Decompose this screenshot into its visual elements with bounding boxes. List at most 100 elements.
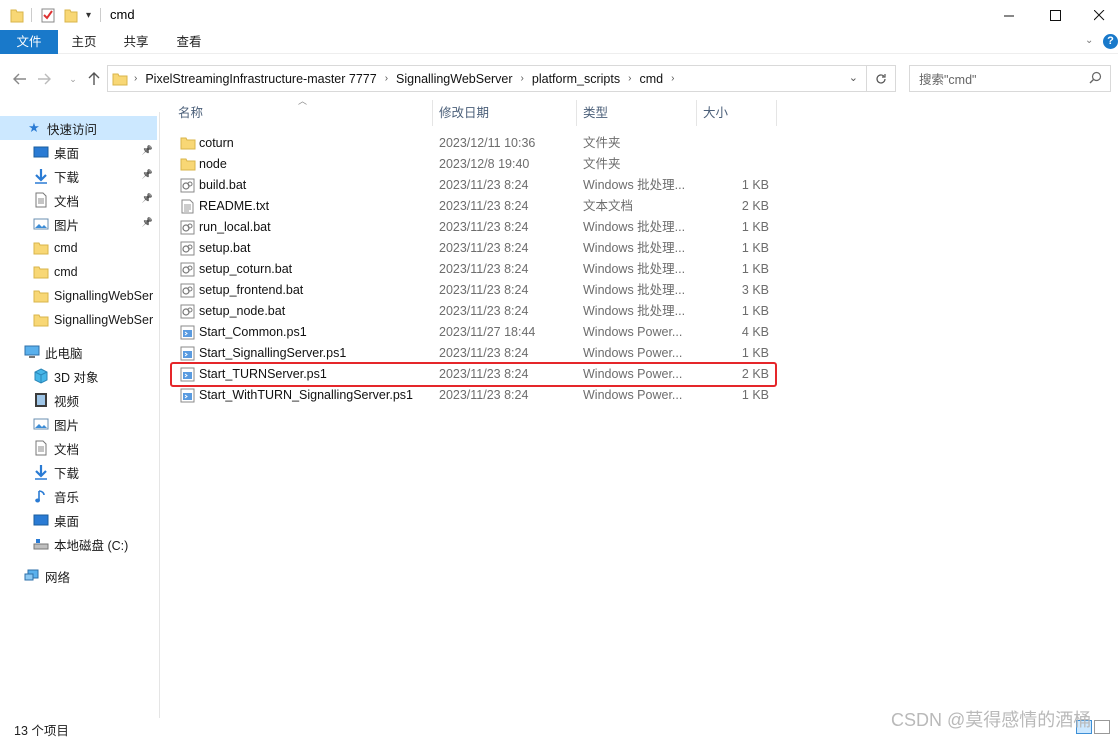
navigation-pane: ★ 快速访问 桌面 📌 下载 📌 文档 📌 图片 📌 cmd cmd SignallingWebSe… (0, 112, 160, 718)
sidebar-item-pc-5[interactable]: 音乐 (0, 484, 157, 508)
pin-icon: 📌 (141, 145, 153, 155)
file-date: 2023/11/27 18:44 (439, 325, 536, 339)
file-name: setup.bat (199, 241, 251, 255)
file-type: Windows 批处理... (583, 283, 686, 297)
download-icon (33, 168, 49, 184)
large-icons-view-button[interactable] (1094, 720, 1110, 734)
sidebar-item-pc-3[interactable]: 文档 (0, 436, 157, 460)
sidebar-item-quick-4[interactable]: cmd (0, 236, 157, 260)
file-row[interactable]: node 2023/12/8 19:40 文件夹 (174, 154, 774, 175)
chevron-right-icon[interactable]: › (383, 73, 390, 84)
search-input[interactable]: 搜索"cmd" (909, 65, 1111, 92)
sidebar-item-quick-access[interactable]: ★ 快速访问 (0, 116, 157, 140)
file-name: setup_coturn.bat (199, 262, 293, 276)
sidebar-item-pc-1[interactable]: 视频 (0, 388, 157, 412)
batch-file-icon (180, 241, 195, 256)
file-row[interactable]: setup_frontend.bat 2023/11/23 8:24 Windows… (174, 280, 774, 301)
tab-home[interactable]: 主页 (64, 30, 104, 54)
sidebar-item-pc-7[interactable]: 本地磁盘 (C:) (0, 532, 157, 556)
sidebar-item-pc-4[interactable]: 下载 (0, 460, 157, 484)
file-name: run_local.bat (199, 220, 271, 234)
column-header-type[interactable]: 类型 (583, 101, 693, 125)
file-row[interactable]: setup.bat 2023/11/23 8:24 Windows 批处理... 1 … (174, 238, 774, 259)
close-button[interactable] (1076, 0, 1118, 30)
breadcrumb-platform-scripts[interactable]: platform_scripts (526, 72, 626, 86)
file-size: 1 KB (741, 241, 769, 255)
breadcrumb-root[interactable]: PixelStreamingInfrastructure-master 7777 (139, 72, 382, 86)
back-button[interactable] (9, 68, 31, 90)
sidebar-item-label: 快速访问 (47, 122, 98, 137)
sidebar-item-quick-6[interactable]: SignallingWebSer (0, 284, 157, 308)
breadcrumb-cmd[interactable]: cmd (633, 72, 669, 86)
file-type: Windows Power... (583, 325, 683, 339)
sidebar-item-quick-1[interactable]: 下载 📌 (0, 164, 157, 188)
refresh-button[interactable] (867, 65, 896, 92)
powershell-file-icon (180, 346, 195, 361)
sidebar-item-label: cmd (54, 265, 78, 279)
address-dropdown-icon[interactable]: ⌄ (849, 71, 858, 84)
chevron-right-icon[interactable]: › (519, 73, 526, 84)
sidebar-item-quick-2[interactable]: 文档 📌 (0, 188, 157, 212)
file-row[interactable]: run_local.bat 2023/11/23 8:24 Windows 批处理.… (174, 217, 774, 238)
maximize-button[interactable] (1032, 0, 1078, 30)
sidebar-item-label: SignallingWebSer (54, 313, 154, 327)
sidebar-item-label: 图片 (54, 218, 80, 233)
file-row[interactable]: coturn 2023/12/11 10:36 文件夹 (174, 133, 774, 154)
column-header-name[interactable]: 名称 (178, 101, 432, 125)
sidebar-item-network[interactable]: 网络 (0, 564, 157, 588)
file-type: 文件夹 (583, 136, 621, 150)
breadcrumb-signalling[interactable]: SignallingWebServer (390, 72, 519, 86)
column-header-date[interactable]: 修改日期 (439, 101, 579, 125)
file-row[interactable]: Start_Common.ps1 2023/11/27 18:44 Windows … (174, 322, 774, 343)
chevron-right-icon[interactable]: › (626, 73, 633, 84)
batch-file-icon (180, 178, 195, 193)
file-type: 文本文档 (583, 199, 634, 213)
help-icon[interactable]: ? (1103, 34, 1118, 49)
download-icon (33, 464, 49, 480)
up-button[interactable] (83, 68, 105, 90)
sidebar-item-label: 图片 (54, 418, 80, 433)
minimize-button[interactable] (986, 0, 1032, 30)
address-bar[interactable]: › PixelStreamingInfrastructure-master 77… (107, 65, 867, 92)
sidebar-item-pc-0[interactable]: 3D 对象 (0, 364, 157, 388)
column-header-size[interactable]: 大小 (703, 101, 773, 125)
sidebar-item-quick-5[interactable]: cmd (0, 260, 157, 284)
new-folder-icon[interactable] (64, 6, 78, 24)
file-row[interactable]: README.txt 2023/11/23 8:24 文本文档 2 KB (174, 196, 774, 217)
pin-icon: 📌 (141, 217, 153, 227)
pin-icon: 📌 (141, 193, 153, 203)
customize-toolbar-icon[interactable]: ▾ (86, 6, 91, 24)
batch-file-icon (180, 283, 195, 298)
file-size: 1 KB (741, 178, 769, 192)
sidebar-item-label: cmd (54, 241, 78, 255)
sidebar-item-quick-7[interactable]: SignallingWebSer (0, 308, 157, 332)
recent-locations-icon[interactable]: ⌄ (62, 68, 84, 90)
file-date: 2023/12/8 19:40 (439, 157, 530, 171)
file-date: 2023/11/23 8:24 (439, 178, 529, 192)
tab-file[interactable]: 文件 (0, 30, 58, 54)
file-row[interactable]: build.bat 2023/11/23 8:24 Windows 批处理... 1 … (174, 175, 774, 196)
search-icon (1089, 71, 1102, 87)
sidebar-item-label: 文档 (54, 194, 80, 209)
file-type: Windows 批处理... (583, 304, 686, 318)
file-name: coturn (199, 136, 234, 150)
sidebar-item-label: 网络 (45, 570, 71, 585)
file-row[interactable]: setup_node.bat 2023/11/23 8:24 Windows 批处理… (174, 301, 774, 322)
chevron-right-icon[interactable]: › (132, 73, 139, 84)
text-file-icon (180, 199, 195, 214)
sidebar-item-pc-6[interactable]: 桌面 (0, 508, 157, 532)
file-row[interactable]: Start_WithTURN_SignallingServer.ps1 2023/… (174, 385, 774, 406)
chevron-right-icon[interactable]: › (669, 73, 676, 84)
sidebar-item-pc-2[interactable]: 图片 (0, 412, 157, 436)
forward-button[interactable] (33, 68, 55, 90)
sidebar-item-label: 本地磁盘 (C:) (54, 538, 129, 553)
file-row[interactable]: setup_coturn.bat 2023/11/23 8:24 Windows 批… (174, 259, 774, 280)
tab-share[interactable]: 共享 (116, 30, 156, 54)
sidebar-item-quick-3[interactable]: 图片 📌 (0, 212, 157, 236)
sidebar-item-quick-0[interactable]: 桌面 📌 (0, 140, 157, 164)
properties-icon[interactable] (40, 6, 56, 24)
tab-view[interactable]: 查看 (169, 30, 209, 54)
file-row[interactable]: Start_SignallingServer.ps1 2023/11/23 8:2… (174, 343, 774, 364)
chevron-down-icon[interactable]: ⌄ (1085, 35, 1093, 46)
sidebar-item-this-pc[interactable]: 此电脑 (0, 340, 157, 364)
